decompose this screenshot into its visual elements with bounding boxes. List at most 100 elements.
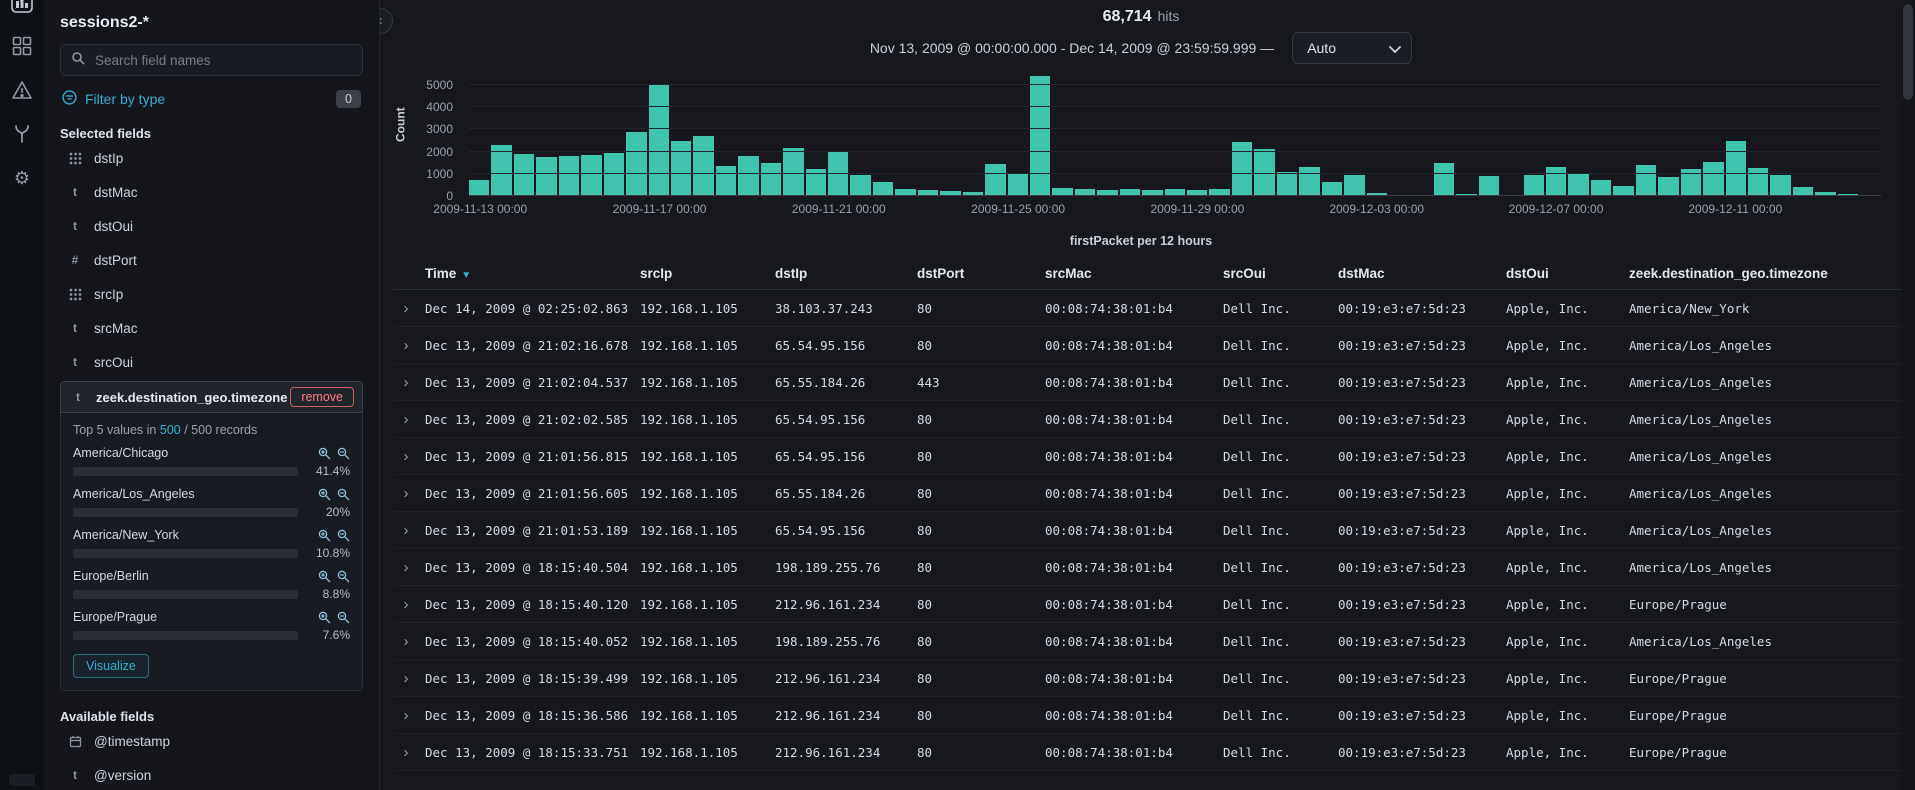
histogram-bar[interactable] (1030, 76, 1050, 196)
field-item-srcOui[interactable]: tsrcOui (60, 345, 363, 379)
scrollbar-thumb[interactable] (1903, 4, 1913, 100)
magnify-plus-icon[interactable] (318, 447, 331, 460)
histogram-bar[interactable] (581, 155, 601, 196)
expand-row-icon[interactable]: › (393, 586, 419, 623)
expand-row-icon[interactable]: › (393, 512, 419, 549)
column-header-dstOui[interactable]: dstOui (1500, 258, 1623, 290)
expand-row-icon[interactable]: › (393, 401, 419, 438)
field-item-@timestamp[interactable]: @timestamp (60, 724, 363, 758)
magnify-minus-icon[interactable] (337, 488, 350, 501)
histogram-bar[interactable] (1524, 175, 1544, 196)
magnify-minus-icon[interactable] (337, 611, 350, 624)
field-item-dstMac[interactable]: tdstMac (60, 175, 363, 209)
magnify-minus-icon[interactable] (337, 447, 350, 460)
histogram-bar[interactable] (1434, 163, 1454, 196)
histogram-bar[interactable] (1546, 167, 1566, 196)
histogram-bar[interactable] (1703, 162, 1723, 196)
field-item-@version[interactable]: t@version (60, 758, 363, 790)
magnify-plus-icon[interactable] (318, 570, 331, 583)
histogram-bar[interactable] (1658, 177, 1678, 196)
magnify-plus-icon[interactable] (318, 488, 331, 501)
column-header-zeek.destination_geo.timezone[interactable]: zeek.destination_geo.timezone (1623, 258, 1901, 290)
column-header-srcOui[interactable]: srcOui (1217, 258, 1332, 290)
field-search-box[interactable] (60, 44, 363, 76)
settings-gear-icon[interactable]: ⚙ (10, 166, 34, 190)
histogram-bar[interactable] (1770, 175, 1790, 196)
expand-row-icon[interactable]: › (393, 364, 419, 401)
column-header-Time[interactable]: Time▼ (419, 258, 634, 290)
dashboards-icon[interactable] (10, 34, 34, 58)
histogram-bar[interactable] (1277, 172, 1297, 196)
ip-field-icon (66, 152, 84, 165)
magnify-minus-icon[interactable] (337, 570, 350, 583)
rail-bottom-icon[interactable] (9, 774, 35, 786)
field-item-dstIp[interactable]: dstIp (60, 141, 363, 175)
filter-by-type-link[interactable]: Filter by type (62, 90, 165, 108)
interval-select[interactable]: Auto (1292, 32, 1412, 64)
magnify-minus-icon[interactable] (337, 529, 350, 542)
histogram-bar[interactable] (761, 163, 781, 196)
chart-gridline (469, 151, 1881, 152)
expand-row-icon[interactable]: › (393, 660, 419, 697)
active-field-row[interactable]: t zeek.destination_geo.timezone remove (60, 381, 363, 413)
expand-row-icon[interactable]: › (393, 475, 419, 512)
remove-field-button[interactable]: remove (290, 387, 354, 407)
expand-row-icon[interactable]: › (393, 290, 419, 327)
stats-records-link[interactable]: 500 (160, 423, 181, 437)
field-item-srcMac[interactable]: tsrcMac (60, 311, 363, 345)
field-search-input[interactable] (93, 52, 352, 69)
histogram-bar[interactable] (1299, 167, 1319, 196)
field-item-srcIp[interactable]: srcIp (60, 277, 363, 311)
histogram-bar[interactable] (1344, 175, 1364, 196)
expand-row-icon[interactable]: › (393, 697, 419, 734)
histogram-bar[interactable] (671, 141, 691, 196)
histogram-bar[interactable] (491, 145, 511, 196)
histogram-bar[interactable] (873, 182, 893, 196)
index-pattern-title[interactable]: sessions2-* (60, 14, 363, 32)
expand-row-icon[interactable]: › (393, 623, 419, 660)
expand-row-icon[interactable]: › (393, 734, 419, 771)
histogram-bar[interactable] (985, 164, 1005, 196)
histogram-bar[interactable] (626, 132, 646, 196)
sort-desc-icon[interactable]: ▼ (461, 270, 471, 281)
table-cell: 212.96.161.234 (769, 586, 911, 623)
column-header-dstIp[interactable]: dstIp (769, 258, 911, 290)
column-header-dstPort[interactable]: dstPort (911, 258, 1039, 290)
histogram-bar[interactable] (1479, 176, 1499, 196)
expand-row-icon[interactable]: › (393, 438, 419, 475)
histogram-bar[interactable] (469, 180, 489, 196)
field-item-dstPort[interactable]: #dstPort (60, 243, 363, 277)
histogram-bar[interactable] (649, 85, 669, 196)
vertical-scrollbar[interactable] (1901, 0, 1915, 790)
column-header-dstMac[interactable]: dstMac (1332, 258, 1500, 290)
table-cell: Apple, Inc. (1500, 401, 1623, 438)
histogram-bar[interactable] (559, 156, 579, 196)
field-item-dstOui[interactable]: tdstOui (60, 209, 363, 243)
histogram-bar[interactable] (1726, 141, 1746, 196)
histogram-bar[interactable] (716, 166, 736, 196)
histogram-bar[interactable] (693, 136, 713, 196)
histogram-bar[interactable] (1322, 182, 1342, 196)
histogram-bar[interactable] (1636, 165, 1656, 196)
histogram-bar[interactable] (850, 175, 870, 196)
expand-row-icon[interactable]: › (393, 549, 419, 586)
histogram-bar[interactable] (604, 153, 624, 196)
analytics-app-icon[interactable] (10, 0, 34, 14)
table-cell: 212.96.161.234 (769, 697, 911, 734)
visualize-button[interactable]: Visualize (73, 654, 149, 678)
histogram-bar[interactable] (536, 157, 556, 196)
alerts-icon[interactable] (10, 78, 34, 102)
expand-row-icon[interactable]: › (393, 327, 419, 364)
histogram-bar[interactable] (738, 156, 758, 196)
column-header-srcIp[interactable]: srcIp (634, 258, 769, 290)
column-header-srcMac[interactable]: srcMac (1039, 258, 1217, 290)
table-cell: 65.54.95.156 (769, 327, 911, 364)
y-axis-tick-label: 0 (446, 189, 453, 203)
histogram-bar[interactable] (1568, 174, 1588, 196)
histogram-bar[interactable] (514, 154, 534, 196)
histogram-bar[interactable] (1591, 180, 1611, 196)
hunt-icon[interactable] (10, 122, 34, 146)
magnify-plus-icon[interactable] (318, 529, 331, 542)
magnify-plus-icon[interactable] (318, 611, 331, 624)
histogram-bar[interactable] (1008, 173, 1028, 196)
